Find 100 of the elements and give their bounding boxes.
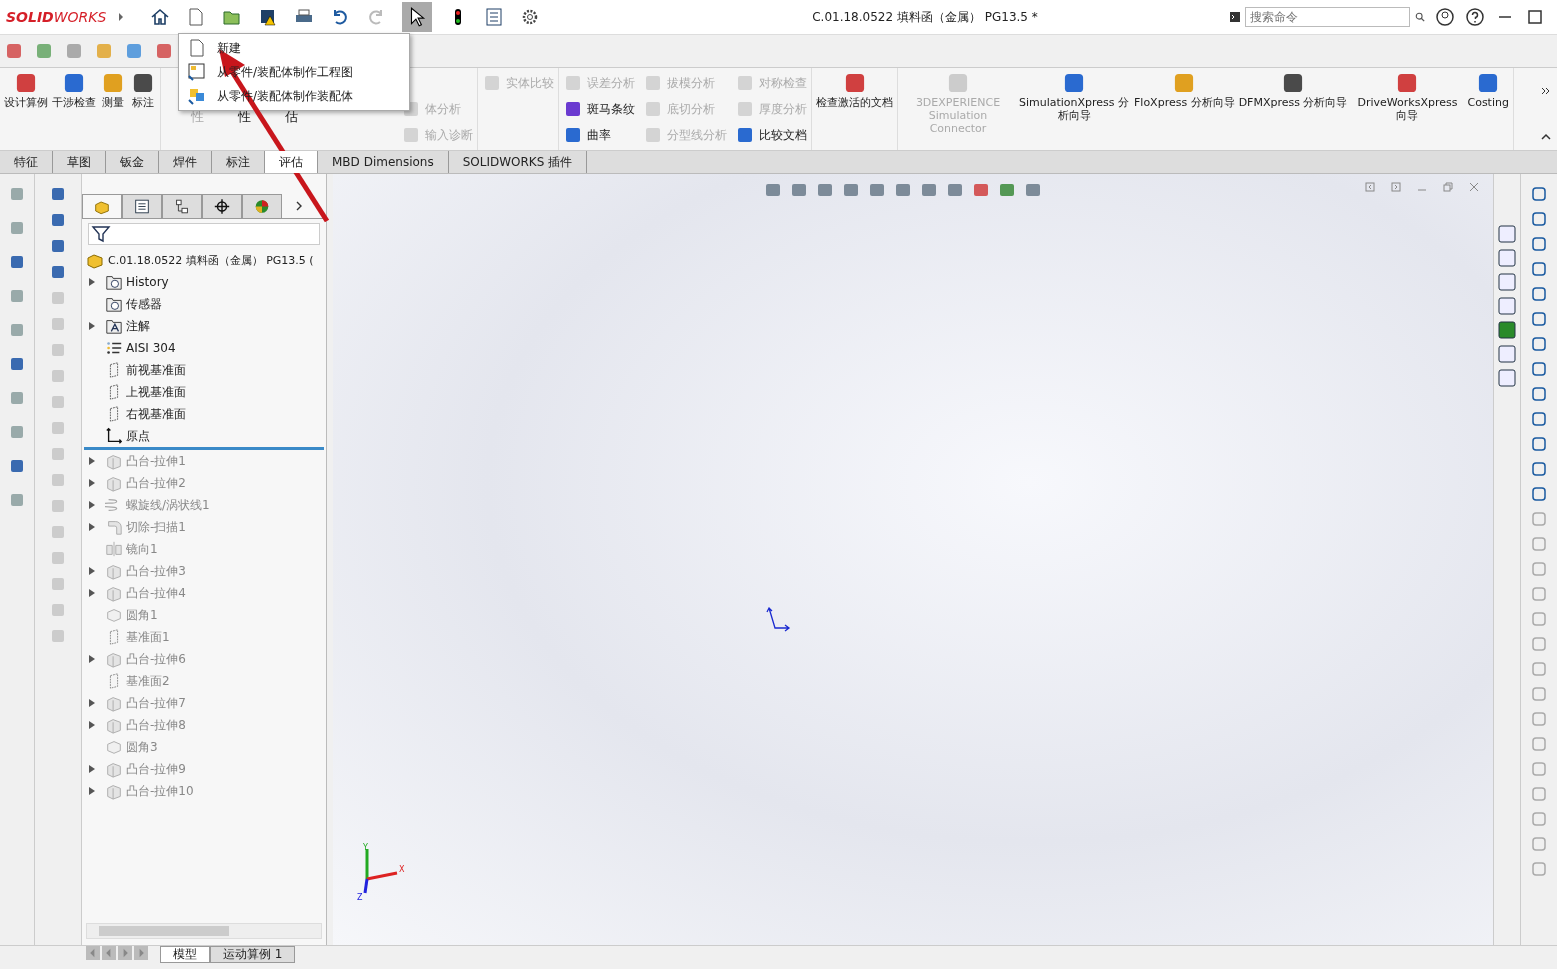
expand-arrow-icon[interactable] — [89, 655, 95, 663]
property-icon[interactable] — [122, 194, 162, 218]
list-icon[interactable] — [484, 7, 504, 27]
tree-item[interactable]: 凸台-拉伸9 — [126, 760, 186, 778]
maximize-icon[interactable] — [1525, 7, 1545, 27]
command-tab[interactable]: SOLIDWORKS 插件 — [448, 151, 588, 173]
tree-item[interactable]: 圆角3 — [126, 738, 158, 756]
ribbon-button[interactable]: SimulationXpress 分析向导 — [1018, 70, 1130, 122]
menu-item[interactable]: 新建 — [179, 36, 409, 60]
ribbon-button[interactable]: 比较文档 — [735, 122, 807, 148]
graphics-area[interactable]: Y X Z — [333, 174, 1493, 945]
ribbon-button[interactable]: 曲率 — [563, 122, 635, 148]
home-icon[interactable] — [150, 7, 170, 27]
cursor-icon[interactable] — [402, 2, 432, 32]
tree-item[interactable]: 凸台-拉伸3 — [126, 562, 186, 580]
close-icon[interactable] — [1469, 182, 1479, 192]
ribbon-button[interactable]: 干涉检查 — [52, 70, 96, 109]
tab-scroll-icon[interactable] — [102, 946, 116, 960]
filter-field[interactable] — [88, 223, 320, 245]
tree-item[interactable]: 传感器 — [126, 295, 162, 313]
task-pane-icon[interactable] — [1497, 368, 1517, 388]
tree-item[interactable]: 基准面1 — [126, 628, 170, 646]
command-tab[interactable]: 草图 — [53, 151, 106, 173]
sketch-tool-icon[interactable] — [1529, 209, 1549, 229]
tree-item[interactable]: 凸台-拉伸7 — [126, 694, 186, 712]
sketch-tool-icon[interactable] — [1529, 484, 1549, 504]
collapse-icon[interactable] — [1541, 132, 1551, 142]
tree-item[interactable]: 螺旋线/涡状线1 — [126, 496, 210, 514]
ribbon-button[interactable]: FloXpress 分析向导 — [1134, 70, 1235, 109]
tree-item[interactable]: 镜向1 — [126, 540, 158, 558]
toolbar-icon[interactable] — [4, 41, 24, 61]
expand-arrow-icon[interactable] — [89, 567, 95, 575]
tab-scroll-icon[interactable] — [134, 946, 148, 960]
task-pane-icon[interactable] — [1497, 344, 1517, 364]
expand-arrow-icon[interactable] — [89, 322, 95, 330]
previous-icon[interactable] — [1365, 182, 1375, 192]
tree-item[interactable]: 上视基准面 — [126, 383, 186, 401]
tree-item[interactable]: 右视基准面 — [126, 405, 186, 423]
toolbar-icon[interactable] — [154, 41, 174, 61]
ribbon-button[interactable]: 标注 — [130, 70, 156, 109]
configuration-icon[interactable] — [162, 194, 202, 218]
expand-arrow-icon[interactable] — [89, 523, 95, 531]
appearance-icon[interactable] — [242, 194, 282, 218]
crosshair-icon[interactable] — [202, 194, 242, 218]
task-pane-icon[interactable] — [1497, 272, 1517, 292]
tree-item[interactable]: 基准面2 — [126, 672, 170, 690]
next-icon[interactable] — [1391, 182, 1401, 192]
tree-item[interactable]: 注解 — [126, 317, 150, 335]
save-icon[interactable] — [258, 7, 278, 27]
expand-arrow-icon[interactable] — [89, 479, 95, 487]
command-tab[interactable]: MBD Dimensions — [318, 151, 449, 173]
tree-item[interactable]: 凸台-拉伸4 — [126, 584, 186, 602]
sketch-tool-icon[interactable] — [1529, 284, 1549, 304]
tree-item[interactable]: History — [126, 275, 169, 289]
expand-arrow-icon[interactable] — [89, 765, 95, 773]
tree-item[interactable]: AISI 304 — [126, 341, 176, 355]
command-tab[interactable]: 特征 — [0, 151, 53, 173]
settings-icon[interactable] — [520, 7, 540, 27]
tree-item[interactable]: 凸台-拉伸2 — [126, 474, 186, 492]
ribbon-button[interactable]: DriveWorksXpress 向导 — [1351, 70, 1464, 122]
part-icon[interactable] — [82, 194, 122, 218]
search-field[interactable]: 搜索命令 — [1245, 7, 1410, 27]
sketch-tool-icon[interactable] — [1529, 184, 1549, 204]
command-tab[interactable]: 钣金 — [106, 151, 159, 173]
toolbar-icon[interactable] — [64, 41, 84, 61]
tree-item[interactable]: 凸台-拉伸10 — [126, 782, 194, 800]
sketch-tool-icon[interactable] — [1529, 434, 1549, 454]
task-pane-icon[interactable] — [1497, 248, 1517, 268]
tree-item[interactable]: 原点 — [126, 427, 150, 445]
expand-arrow-icon[interactable] — [89, 501, 95, 509]
expand-arrow-icon[interactable] — [89, 457, 95, 465]
sketch-tool-icon[interactable] — [1529, 459, 1549, 479]
expand-arrow-icon[interactable] — [89, 699, 95, 707]
ribbon-button[interactable]: 斑马条纹 — [563, 96, 635, 122]
ribbon-button[interactable]: DFMXpress 分析向导 — [1238, 70, 1348, 109]
ribbon-button[interactable]: Costing — [1467, 70, 1509, 109]
double-chevron-icon[interactable] — [1541, 86, 1551, 96]
tree-item[interactable]: C.01.18.0522 填料函（金属） PG13.5 ( — [108, 252, 314, 268]
tree-item[interactable]: 前视基准面 — [126, 361, 186, 379]
task-pane-icon[interactable] — [1497, 320, 1517, 340]
sketch-tool-icon[interactable] — [1529, 334, 1549, 354]
task-pane-icon[interactable] — [1497, 296, 1517, 316]
document-tab[interactable]: 模型 — [160, 946, 210, 963]
chevron-right-icon[interactable] — [294, 201, 304, 211]
sketch-tool-icon[interactable] — [1529, 259, 1549, 279]
sketch-tool-icon[interactable] — [1529, 409, 1549, 429]
expand-arrow-icon[interactable] — [89, 278, 95, 286]
ribbon-button[interactable]: 测量 — [100, 70, 126, 109]
sketch-tool-icon[interactable] — [1529, 309, 1549, 329]
expand-arrow-icon[interactable] — [89, 589, 95, 597]
ribbon-button[interactable]: 设计算例 — [4, 70, 48, 109]
document-icon[interactable] — [186, 7, 206, 27]
help-icon[interactable] — [1465, 7, 1485, 27]
sketch-tool-icon[interactable] — [1529, 359, 1549, 379]
tab-scroll-icon[interactable] — [86, 946, 100, 960]
sketch-tool-icon[interactable] — [1529, 234, 1549, 254]
toolbar-icon[interactable] — [124, 41, 144, 61]
ribbon-button[interactable]: 检查激活的文档 — [816, 70, 893, 109]
tab-scroll-icon[interactable] — [118, 946, 132, 960]
document-tab[interactable]: 运动算例 1 — [210, 946, 296, 963]
